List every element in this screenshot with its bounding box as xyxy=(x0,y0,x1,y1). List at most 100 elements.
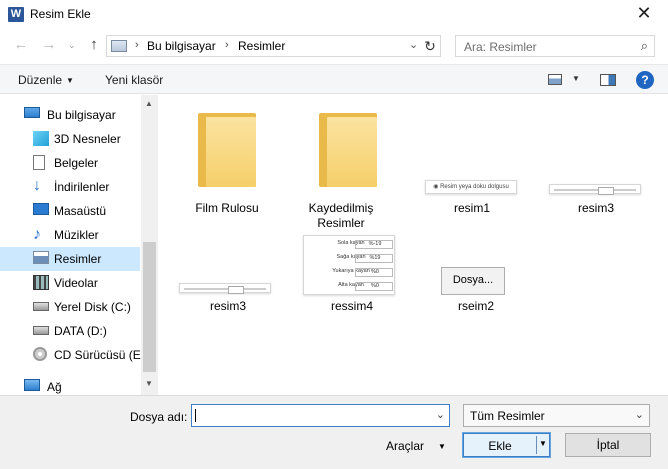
sidebar-item-desktop[interactable]: Masaüstü xyxy=(0,199,140,223)
sidebar-item-label: CD Sürücüsü (E:) xyxy=(54,348,149,362)
sidebar-scrollbar[interactable]: ▲ ▼ xyxy=(141,95,158,395)
thumbnail-row-value: %0 xyxy=(355,268,393,277)
organize-button[interactable]: Düzenle ▼ xyxy=(18,73,74,87)
scroll-down-icon[interactable]: ▼ xyxy=(145,379,153,388)
thumbnail-row: Alta kayan %0 xyxy=(307,282,395,292)
insert-button[interactable]: Ekle ▼ xyxy=(462,432,551,458)
search-icon[interactable]: ⌕ xyxy=(641,38,648,54)
filename-label: Dosya adı: xyxy=(130,410,188,424)
file-name: Kaydedilmiş Resimler xyxy=(308,201,374,230)
pictures-folder-icon xyxy=(111,40,127,52)
breadcrumb-pictures[interactable]: Resimler xyxy=(238,39,285,53)
local-disk-icon xyxy=(33,302,49,311)
sidebar-item-local-disk-c[interactable]: Yerel Disk (C:) xyxy=(0,295,140,319)
sidebar-item-label: Müzikler xyxy=(54,228,99,242)
file-name: Film Rulosu xyxy=(195,201,259,215)
thumbnail-row-value: %0 xyxy=(355,282,393,291)
file-item[interactable]: Film Rulosu xyxy=(179,105,275,215)
thumbnail-row: Sola kayan %-19 xyxy=(307,240,395,250)
split-divider xyxy=(536,436,537,454)
drive-icon xyxy=(33,326,49,335)
preview-pane-icon[interactable] xyxy=(600,74,616,86)
refresh-icon[interactable]: ↻ xyxy=(420,35,441,57)
filename-input[interactable]: ⌄ xyxy=(191,404,450,427)
breadcrumb-separator[interactable]: › xyxy=(225,39,229,51)
navigation-pane: Bu bilgisayar 3D Nesneler Belgeler ↓ İnd… xyxy=(0,95,158,395)
address-dropdown-icon[interactable]: ⌄ xyxy=(409,38,418,51)
sidebar-item-label: Yerel Disk (C:) xyxy=(54,300,131,314)
file-item[interactable]: ◉ Resim yeya doku dolgusu resim1 xyxy=(417,105,527,215)
sidebar-item-label: DATA (D:) xyxy=(54,324,107,338)
file-name: resim3 xyxy=(577,201,614,215)
computer-icon xyxy=(24,107,40,118)
sidebar-item-downloads[interactable]: ↓ İndirilenler xyxy=(0,175,140,199)
search-input[interactable]: Ara: Resimler ⌕ xyxy=(455,35,655,57)
text-caret xyxy=(195,409,196,422)
scrollbar-thumb[interactable] xyxy=(143,242,156,372)
close-icon[interactable]: ✕ xyxy=(634,3,654,24)
chevron-down-icon[interactable]: ⌄ xyxy=(436,408,445,421)
file-item[interactable]: Dosya... rseim2 xyxy=(421,235,531,315)
pictures-icon xyxy=(33,251,49,264)
organize-label: Düzenle xyxy=(18,73,63,87)
navigation-bar: ← → ⌄ ↑ › Bu bilgisayar › Resimler ⌄ ↻ A… xyxy=(0,30,668,62)
command-bar: Düzenle ▼ Yeni klasör ▼ ? xyxy=(0,64,668,94)
sidebar-item-this-pc[interactable]: Bu bilgisayar xyxy=(0,103,140,127)
insert-options-caret-icon[interactable]: ▼ xyxy=(539,439,547,448)
caret-down-icon: ▼ xyxy=(438,442,446,451)
window-title: Resim Ekle xyxy=(30,7,91,21)
change-view-icon[interactable] xyxy=(548,74,562,85)
dialog-footer: Dosya adı: ⌄ Tüm Resimler ⌄ Araçlar ▼ Ekl… xyxy=(0,395,668,469)
file-name: resim3 xyxy=(209,299,246,313)
view-options-caret-icon[interactable]: ▼ xyxy=(572,74,580,83)
file-name: rseim2 xyxy=(457,299,494,313)
help-icon[interactable]: ? xyxy=(636,71,654,89)
file-type-select[interactable]: Tüm Resimler ⌄ xyxy=(463,404,650,427)
sidebar-item-videos[interactable]: Videolar xyxy=(0,271,140,295)
thumbnail-row-value: %19 xyxy=(355,254,393,263)
sidebar-item-label: 3D Nesneler xyxy=(54,132,121,146)
file-item[interactable]: resim3 xyxy=(173,235,283,315)
3d-objects-icon xyxy=(33,131,49,146)
sidebar-item-label: Masaüstü xyxy=(54,204,107,218)
file-name: resim1 xyxy=(453,201,490,215)
sidebar-item-label: Videolar xyxy=(54,276,98,290)
recent-locations-chevron-icon[interactable]: ⌄ xyxy=(68,40,76,51)
thumbnail-row: Yukarıya kayan %0 xyxy=(307,268,395,278)
documents-icon xyxy=(33,155,45,170)
search-placeholder: Ara: Resimler xyxy=(464,40,537,54)
downloads-icon: ↓ xyxy=(33,177,41,194)
sidebar-item-label: Resimler xyxy=(54,252,102,266)
up-arrow-icon[interactable]: ↑ xyxy=(85,36,103,53)
image-thumbnail: Sola kayan %-19 Sağa kayan %19 Yukarıya ka… xyxy=(303,235,395,295)
file-item[interactable]: Kaydedilmiş Resimler xyxy=(293,105,389,230)
file-item[interactable]: resim3 xyxy=(541,105,651,215)
new-folder-button[interactable]: Yeni klasör xyxy=(105,73,163,87)
caret-down-icon: ▼ xyxy=(66,76,74,85)
tools-label: Araçlar xyxy=(386,439,425,453)
image-thumbnail: Dosya... xyxy=(441,267,505,295)
insert-label: Ekle xyxy=(488,439,512,453)
sidebar-item-data-d[interactable]: DATA (D:) xyxy=(0,319,140,343)
file-type-value: Tüm Resimler xyxy=(470,409,545,423)
sidebar-item-music[interactable]: ♪ Müzikler xyxy=(0,223,140,247)
sidebar-item-cd-drive-e[interactable]: CD Sürücüsü (E:) xyxy=(0,343,148,367)
sidebar-item-pictures[interactable]: Resimler xyxy=(0,247,140,271)
address-bar[interactable]: › Bu bilgisayar › Resimler ⌄ xyxy=(106,35,441,57)
cancel-button[interactable]: İptal xyxy=(565,433,651,457)
breadcrumb-this-pc[interactable]: Bu bilgisayar xyxy=(147,39,216,53)
title-bar: W Resim Ekle ✕ xyxy=(0,0,668,29)
scroll-up-icon[interactable]: ▲ xyxy=(145,99,153,108)
breadcrumb-separator: › xyxy=(135,39,139,51)
thumbnail-row: Sağa kayan %19 xyxy=(307,254,395,264)
back-arrow-icon[interactable]: ← xyxy=(12,36,30,53)
sidebar-item-documents[interactable]: Belgeler xyxy=(0,151,140,175)
sidebar-item-label: Ağ xyxy=(47,380,62,394)
folder-icon xyxy=(319,113,377,187)
file-item[interactable]: Sola kayan %-19 Sağa kayan %19 Yukarıya ka… xyxy=(297,235,407,315)
forward-arrow-icon[interactable]: → xyxy=(40,36,58,53)
videos-icon xyxy=(33,275,49,290)
tools-button[interactable]: Araçlar ▼ xyxy=(386,439,446,453)
sidebar-item-3d-objects[interactable]: 3D Nesneler xyxy=(0,127,140,151)
thumbnail-row-value: %-19 xyxy=(355,240,393,249)
